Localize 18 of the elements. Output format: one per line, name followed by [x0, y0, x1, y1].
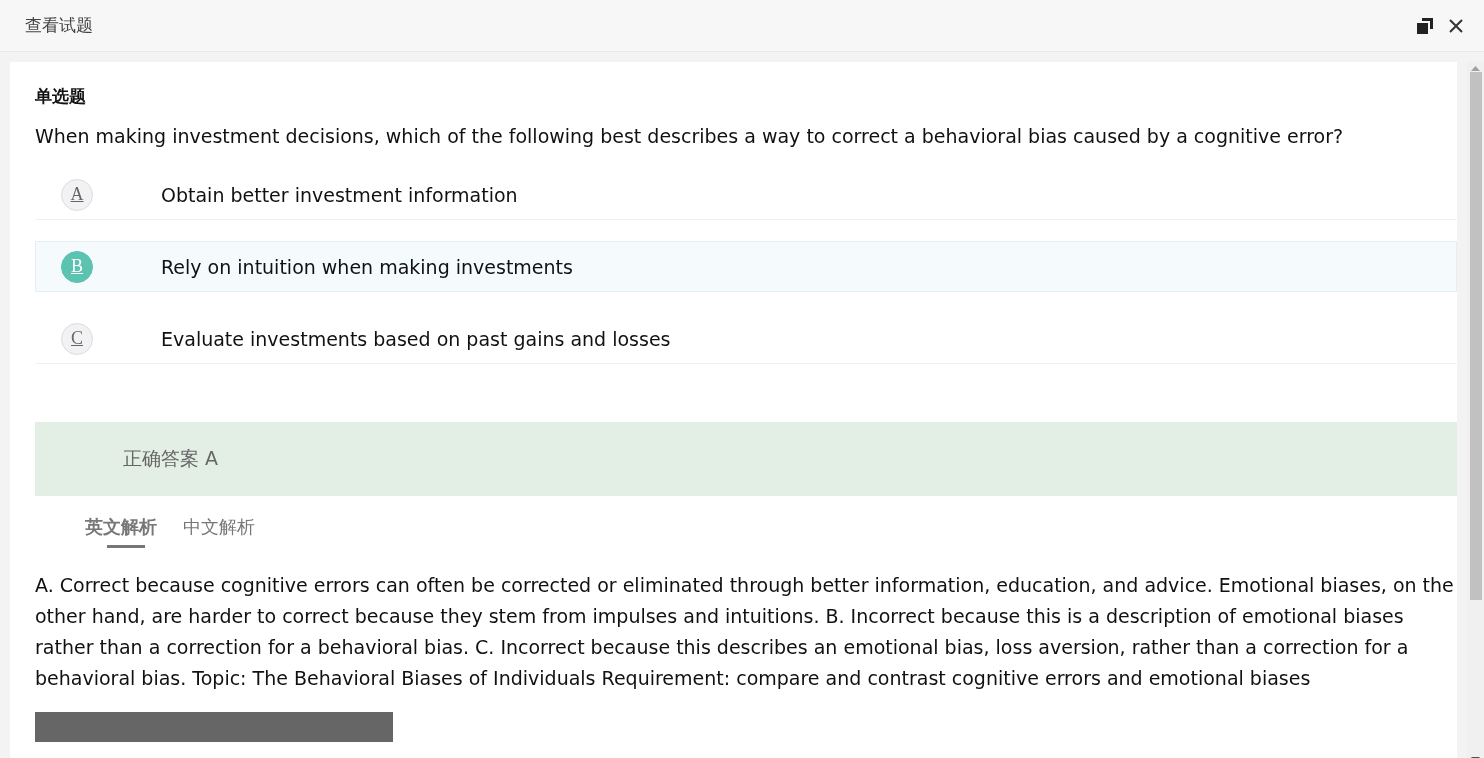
option-text[interactable]: Obtain better investment information: [161, 183, 518, 206]
question-text: When making investment decisions, which of the following best describes a way to correct a behavioral bias caused by a cognitive error?: [35, 125, 1345, 147]
close-icon[interactable]: [1448, 17, 1464, 34]
option-letter[interactable]: A: [61, 178, 93, 211]
option-row[interactable]: C Evaluate investments based on past gains and losses: [35, 313, 1457, 364]
question-type: 单选题: [35, 85, 87, 108]
option-text[interactable]: Rely on intuition when making investments: [161, 255, 573, 278]
option-row[interactable]: B Rely on intuition when making investments: [35, 241, 1457, 292]
restore-icon[interactable]: [1416, 16, 1434, 35]
option-letter[interactable]: C: [61, 322, 93, 355]
tab[interactable]: 中文解析: [183, 514, 255, 548]
option-row[interactable]: A Obtain better investment information: [35, 169, 1457, 220]
explanation-text: A. Correct because cognitive errors can often be corrected or eliminated through better information, education, and advice. Emotional biases, on the other hand, are harder to correct because they stem from impulses and intuitions. B. Incorrect because this is a description of emotional biases rather than a correction for a behavioral bias. C. Incorrect because this describes an emotional bias, loss aversion, rather than a correction for a behavioral bias. Topic: The Behavioral Biases of Individuals Requirement: compare and contrast cognitive errors and emotional biases: [35, 573, 1455, 691]
scroll-thumb[interactable]: [1469, 72, 1482, 600]
tab[interactable]: 英文解析: [85, 514, 157, 548]
option-text[interactable]: Evaluate investments based on past gains and losses: [161, 327, 671, 350]
correct-answer: 正确答案 A: [35, 422, 1457, 496]
window-title: 查看试题: [25, 14, 94, 37]
